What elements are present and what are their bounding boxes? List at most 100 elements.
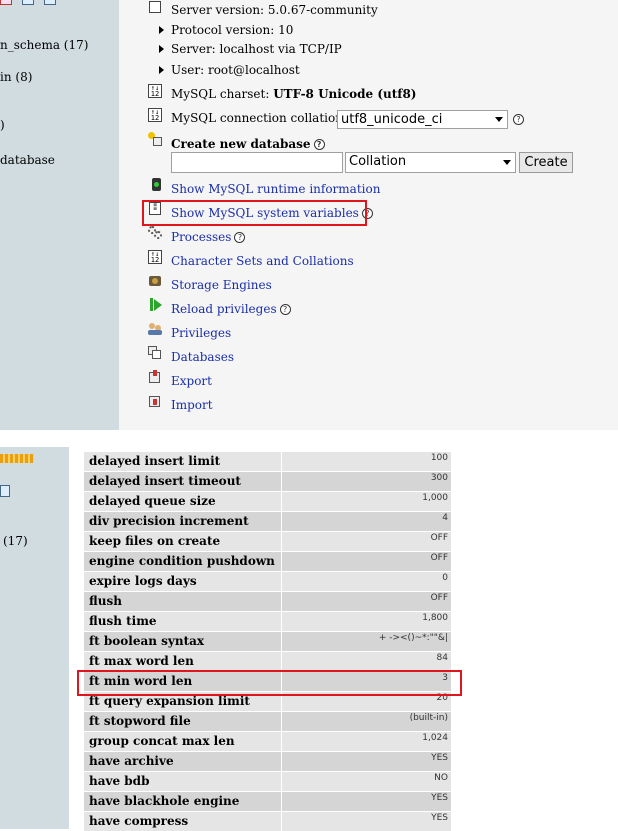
table-row: have bdb NO xyxy=(84,772,451,791)
variable-name: have blackhole engine xyxy=(84,792,281,811)
variable-value: YES xyxy=(282,792,451,811)
help-icon[interactable]: ? xyxy=(313,139,325,150)
sidebar-toolbar-icons[interactable] xyxy=(0,0,60,6)
sidebar-toolbar-icons[interactable] xyxy=(0,454,34,463)
engine-icon xyxy=(148,274,162,288)
create-db-title-text: Create new database xyxy=(171,137,311,151)
current-user: User: root@localhost xyxy=(171,63,300,77)
table-row: delayed insert timeout 300 xyxy=(84,472,451,491)
table-row: delayed insert limit 100 xyxy=(84,452,451,471)
variable-value: 100 xyxy=(282,452,451,471)
processes-link[interactable]: Processes xyxy=(171,230,231,244)
processes: Processes? xyxy=(171,230,246,244)
charset-label: MySQL charset: xyxy=(171,87,274,101)
charset-icon: ↑↓ 12 xyxy=(148,250,162,264)
new-database-icon xyxy=(148,132,162,146)
show-runtime-info-link[interactable]: Show MySQL runtime information xyxy=(171,182,380,196)
help-icon[interactable]: ? xyxy=(279,304,291,315)
server-connection: Server: localhost via TCP/IP xyxy=(171,42,342,56)
create-db-title: Create new database? xyxy=(171,137,325,151)
screenshot-divider xyxy=(0,430,618,447)
variable-name: flush time xyxy=(84,612,281,631)
databases-link[interactable]: Databases xyxy=(171,350,234,364)
query-window-icon[interactable] xyxy=(0,485,10,497)
navigation-sidebar: n_schema (17) in (8) ) database xyxy=(0,0,119,430)
table-row: keep files on create OFF xyxy=(84,532,451,551)
table-row: have compress YES xyxy=(84,812,451,831)
variable-value: 1,800 xyxy=(282,612,451,631)
table-row: have archive YES xyxy=(84,752,451,771)
table-row: group concat max len 1,024 xyxy=(84,732,451,751)
sidebar-db-item[interactable]: ) xyxy=(0,118,5,132)
variable-value: + -><()~*:""&| xyxy=(282,632,451,651)
variable-value: OFF xyxy=(282,532,451,551)
table-row: delayed queue size 1,000 xyxy=(84,492,451,511)
variable-name: ft boolean syntax xyxy=(84,632,281,651)
variable-name: have compress xyxy=(84,812,281,831)
variable-name: flush xyxy=(84,592,281,611)
variable-value: YES xyxy=(282,812,451,831)
variable-name: div precision increment xyxy=(84,512,281,531)
help-icon[interactable]: ? xyxy=(513,114,524,125)
variable-name: engine condition pushdown xyxy=(84,552,281,571)
server-home-panel: n_schema (17) in (8) ) database Server v… xyxy=(0,0,618,430)
protocol-version: Protocol version: 10 xyxy=(171,23,294,37)
variable-name: group concat max len xyxy=(84,732,281,751)
table-row: expire logs days 0 xyxy=(84,572,451,591)
table-row: ft boolean syntax + -><()~*:""&| xyxy=(84,632,451,651)
reload-privileges-link[interactable]: Reload privileges xyxy=(171,302,277,316)
reload-icon xyxy=(150,298,164,312)
traffic-light-icon xyxy=(150,178,164,192)
sidebar-db-item[interactable]: in (8) xyxy=(0,70,32,84)
variable-value: 0 xyxy=(282,572,451,591)
variable-name: have archive xyxy=(84,752,281,771)
variable-value: NO xyxy=(282,772,451,791)
variable-value: OFF xyxy=(282,592,451,611)
privileges-link[interactable]: Privileges xyxy=(171,326,231,340)
variable-name: expire logs days xyxy=(84,572,281,591)
new-database-collation-select[interactable]: Collation xyxy=(345,152,516,173)
character-sets-link[interactable]: Character Sets and Collations xyxy=(171,254,354,268)
collation-label: MySQL connection collation: xyxy=(171,111,347,125)
export-link[interactable]: Export xyxy=(171,374,212,388)
storage-engines-link[interactable]: Storage Engines xyxy=(171,278,272,292)
table-row: flush OFF xyxy=(84,592,451,611)
variable-name: have bdb xyxy=(84,772,281,791)
highlight-box xyxy=(77,670,462,696)
table-row: have blackhole engine YES xyxy=(84,792,451,811)
import-link[interactable]: Import xyxy=(171,398,213,412)
gears-icon xyxy=(148,226,162,240)
sidebar-db-item[interactable]: database xyxy=(0,153,55,167)
export-icon xyxy=(148,370,162,384)
databases-icon xyxy=(148,346,162,360)
collation-selected: utf8_unicode_ci xyxy=(341,112,443,127)
server-icon xyxy=(149,1,161,13)
table-row: div precision increment 4 xyxy=(84,512,451,531)
help-icon[interactable]: ? xyxy=(234,232,246,243)
table-row: flush time 1,800 xyxy=(84,612,451,631)
variable-name: delayed insert limit xyxy=(84,452,281,471)
create-database-button[interactable]: Create xyxy=(519,152,573,173)
reload-privileges: Reload privileges? xyxy=(171,302,291,316)
bullet-arrow-icon xyxy=(159,66,164,74)
table-row: ft max word len 84 xyxy=(84,652,451,671)
variable-value: 1,000 xyxy=(282,492,451,511)
variable-value: YES xyxy=(282,752,451,771)
charset-icon: ↑↓ 12 xyxy=(148,84,162,98)
variable-value: 4 xyxy=(282,512,451,531)
variable-value: (built-in) xyxy=(282,712,451,731)
collation-select[interactable]: utf8_unicode_ci xyxy=(337,110,508,129)
chevron-down-icon xyxy=(495,117,503,122)
highlight-box xyxy=(142,200,367,226)
variable-name: keep files on create xyxy=(84,532,281,551)
collation-placeholder: Collation xyxy=(349,154,407,169)
sidebar-db-item[interactable]: n_schema (17) xyxy=(0,38,88,52)
table-row: engine condition pushdown OFF xyxy=(84,552,451,571)
table-row: ft stopword file (built-in) xyxy=(84,712,451,731)
variable-name: ft stopword file xyxy=(84,712,281,731)
variable-name: delayed insert timeout xyxy=(84,472,281,491)
new-database-name-input[interactable] xyxy=(171,152,343,173)
bullet-arrow-icon xyxy=(159,45,164,53)
import-icon xyxy=(148,394,162,408)
sidebar-db-item[interactable]: (17) xyxy=(3,534,28,548)
